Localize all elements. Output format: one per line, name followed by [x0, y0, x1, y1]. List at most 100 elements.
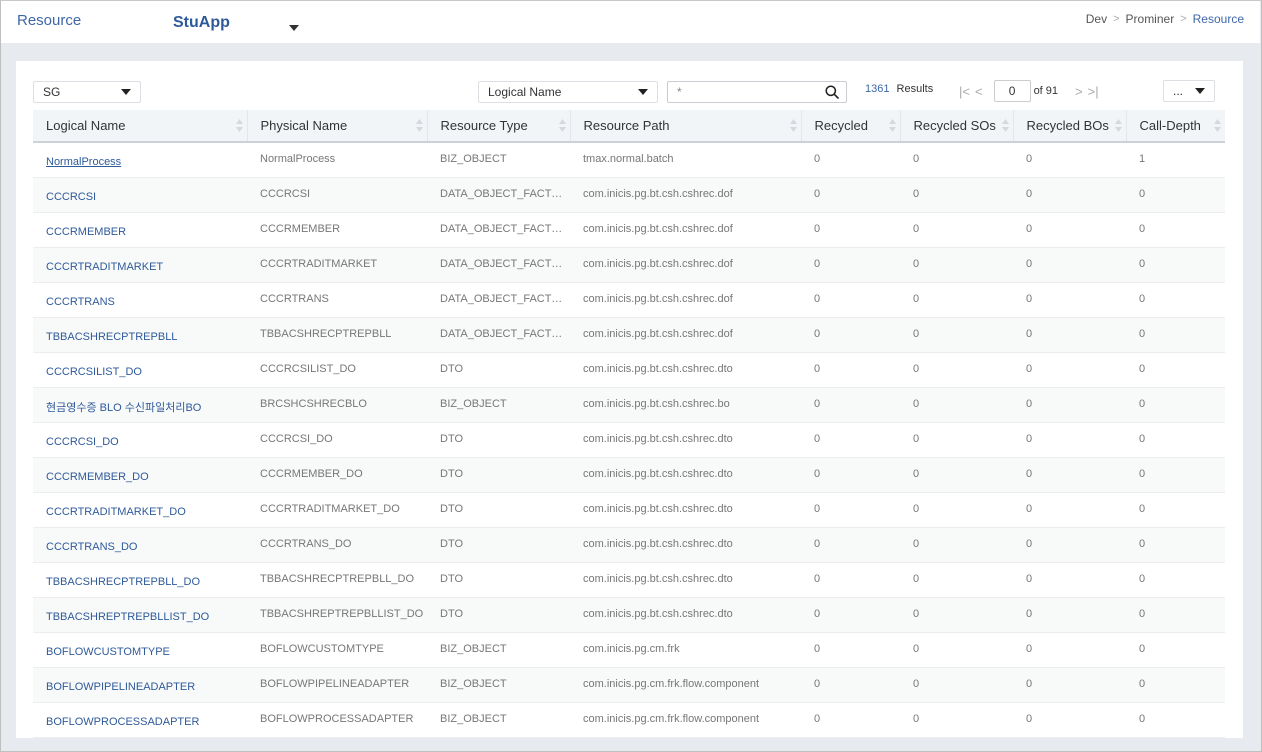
- page-number-input[interactable]: [993, 80, 1031, 102]
- table-row[interactable]: CCCRCSI_DO CCCRCSI_DO DTO com.inicis.pg.bt.…: [33, 422, 1225, 458]
- cell-call-depth: 0: [1126, 387, 1225, 423]
- table-row[interactable]: CCCRTRANS_DO CCCRTRANS_DO DTO com.inicis.pg…: [33, 527, 1225, 563]
- cell-recycled: 0: [801, 667, 900, 703]
- cell-call-depth: 0: [1126, 702, 1225, 738]
- cell-call-depth: 0: [1126, 632, 1225, 668]
- table-row[interactable]: CCCRMEMBER CCCRMEMBER DATA_OBJECT_FACTORY c…: [33, 212, 1225, 248]
- table-row[interactable]: TBBACSHRECPTREPBLL TBBACSHRECPTREPBLL DATA…: [33, 317, 1225, 353]
- cell-recycled-sos: 0: [900, 702, 1013, 738]
- resource-link[interactable]: TBBACSHRECPTREPBLL_DO: [46, 576, 200, 588]
- cell-recycled: 0: [801, 492, 900, 528]
- cell-recycled: 0: [801, 562, 900, 598]
- resource-link[interactable]: 현금영수증 BLO 수신파일처리BO: [46, 402, 201, 414]
- page-total: of 91: [1033, 85, 1059, 97]
- cell-physical-name: CCCRTRADITMARKET_DO: [247, 492, 427, 528]
- column-header-call-depth[interactable]: Call-Depth: [1126, 110, 1225, 143]
- cell-recycled: 0: [801, 177, 900, 213]
- resource-link[interactable]: CCCRTRANS: [46, 296, 115, 308]
- cell-physical-name: CCCRCSI: [247, 177, 427, 213]
- cell-resource-type: DTO: [427, 422, 570, 458]
- table-row[interactable]: NormalProcess NormalProcess BIZ_OBJECT tmax…: [33, 142, 1225, 178]
- cell-recycled-bos: 0: [1013, 282, 1126, 318]
- table-row[interactable]: 현금영수증 BLO 수신파일처리BO BRCSHCSHRECBLO BIZ_OBJE…: [33, 387, 1225, 423]
- last-page-icon[interactable]: >|: [1087, 84, 1100, 99]
- resource-link[interactable]: BOFLOWPIPELINEADAPTER: [46, 681, 195, 693]
- cell-call-depth: 0: [1126, 527, 1225, 563]
- column-header-resource-type[interactable]: Resource Type: [427, 110, 571, 143]
- column-header-recycled-bos[interactable]: Recycled BOs: [1013, 110, 1127, 143]
- cell-recycled-bos: 0: [1013, 317, 1126, 353]
- table-row[interactable]: CCCRCSI CCCRCSI DATA_OBJECT_FACTORY com.ini…: [33, 177, 1225, 213]
- resource-link[interactable]: TBBACSHREPTREPBLLIST_DO: [46, 611, 209, 623]
- resource-link[interactable]: CCCRMEMBER_DO: [46, 471, 149, 483]
- sort-icon[interactable]: [1114, 119, 1122, 132]
- results-number: 1361: [865, 83, 890, 95]
- cell-resource-type: BIZ_OBJECT: [427, 387, 570, 423]
- cell-recycled: 0: [801, 247, 900, 283]
- cell-resource-type: BIZ_OBJECT: [427, 667, 570, 703]
- column-header-label: Recycled BOs: [1026, 118, 1109, 133]
- search-input[interactable]: [677, 82, 827, 102]
- search-icon[interactable]: [825, 85, 839, 99]
- column-header-physical-name[interactable]: Physical Name: [247, 110, 428, 143]
- resource-link[interactable]: CCCRCSI_DO: [46, 436, 119, 448]
- table-row[interactable]: BOFLOWPIPELINEADAPTER BOFLOWPIPELINEADAPT…: [33, 667, 1225, 703]
- cell-physical-name: CCCRCSI_DO: [247, 422, 427, 458]
- resource-link[interactable]: BOFLOWCUSTOMTYPE: [46, 646, 170, 658]
- table-row[interactable]: CCCRCSILIST_DO CCCRCSILIST_DO DTO com.inici…: [33, 352, 1225, 388]
- app-selector[interactable]: StuApp: [173, 14, 230, 32]
- resource-link[interactable]: NormalProcess: [46, 156, 121, 168]
- sort-icon[interactable]: [1001, 119, 1009, 132]
- next-page-icon[interactable]: >: [1074, 84, 1084, 99]
- breadcrumb-item-prominer[interactable]: Prominer: [1126, 12, 1175, 26]
- cell-recycled-sos: 0: [900, 142, 1013, 178]
- cell-recycled-sos: 0: [900, 247, 1013, 283]
- table-row[interactable]: TBBACSHREPTREPBLLIST_DO TBBACSHREPTREPBLL…: [33, 597, 1225, 633]
- cell-resource-path: com.inicis.pg.bt.csh.cshrec.dto: [570, 457, 801, 493]
- table-row[interactable]: CCCRTRADITMARKET CCCRTRADITMARKET DATA_OBJ…: [33, 247, 1225, 283]
- cell-physical-name: BOFLOWPIPELINEADAPTER: [247, 667, 427, 703]
- resource-link[interactable]: BOFLOWPROCESSADAPTER: [46, 716, 199, 728]
- table-row[interactable]: BOFLOWCUSTOMTYPE BOFLOWCUSTOMTYPE BIZ_OBJE…: [33, 632, 1225, 668]
- sort-icon[interactable]: [415, 119, 423, 132]
- table-row[interactable]: CCCRTRANS CCCRTRANS DATA_OBJECT_FACTORY com…: [33, 282, 1225, 318]
- resource-link[interactable]: CCCRMEMBER: [46, 226, 126, 238]
- cell-recycled-sos: 0: [900, 177, 1013, 213]
- cell-call-depth: 0: [1126, 422, 1225, 458]
- column-header-recycled[interactable]: Recycled: [801, 110, 901, 143]
- resource-link[interactable]: CCCRTRANS_DO: [46, 541, 137, 553]
- sort-icon[interactable]: [558, 119, 566, 132]
- cell-physical-name: BOFLOWCUSTOMTYPE: [247, 632, 427, 668]
- table-row[interactable]: CCCRMEMBER_DO CCCRMEMBER_DO DTO com.inicis.…: [33, 457, 1225, 493]
- resource-link[interactable]: CCCRTRADITMARKET: [46, 261, 163, 273]
- table-row[interactable]: TBBACSHRECPTREPBLL_DO TBBACSHRECPTREPBLL_…: [33, 562, 1225, 598]
- cell-recycled-bos: 0: [1013, 702, 1126, 738]
- cell-resource-path: com.inicis.pg.bt.csh.cshrec.dof: [570, 247, 801, 283]
- prev-page-icon[interactable]: <: [974, 84, 984, 99]
- group-select[interactable]: SG: [33, 81, 141, 103]
- resource-link[interactable]: TBBACSHRECPTREPBLL: [46, 331, 177, 343]
- more-options-select[interactable]: ...: [1163, 80, 1215, 102]
- column-header-logical-name[interactable]: Logical Name: [33, 110, 248, 143]
- resource-link[interactable]: CCCRTRADITMARKET_DO: [46, 506, 186, 518]
- cell-call-depth: 0: [1126, 177, 1225, 213]
- cell-logical-name: BOFLOWPIPELINEADAPTER: [33, 667, 247, 703]
- sort-icon[interactable]: [789, 119, 797, 132]
- cell-resource-type: DATA_OBJECT_FACTORY: [427, 212, 570, 248]
- sort-icon[interactable]: [235, 119, 243, 132]
- resource-link[interactable]: CCCRCSILIST_DO: [46, 366, 142, 378]
- chevron-down-icon[interactable]: [289, 25, 299, 31]
- table-row[interactable]: BOFLOWPROCESSADAPTER BOFLOWPROCESSADAPTER…: [33, 702, 1225, 738]
- column-header-label: Logical Name: [46, 118, 126, 133]
- cell-recycled-sos: 0: [900, 317, 1013, 353]
- resource-link[interactable]: CCCRCSI: [46, 191, 96, 203]
- table-row[interactable]: CCCRTRADITMARKET_DO CCCRTRADITMARKET_DO DT…: [33, 492, 1225, 528]
- search-field-select[interactable]: Logical Name: [478, 81, 658, 103]
- first-page-icon[interactable]: |<: [958, 84, 971, 99]
- sort-icon[interactable]: [888, 119, 896, 132]
- column-header-recycled-sos[interactable]: Recycled SOs: [900, 110, 1014, 143]
- breadcrumb-item-dev[interactable]: Dev: [1086, 12, 1107, 26]
- sort-icon[interactable]: [1214, 119, 1221, 132]
- column-header-resource-path[interactable]: Resource Path: [570, 110, 802, 143]
- cell-recycled-bos: 0: [1013, 492, 1126, 528]
